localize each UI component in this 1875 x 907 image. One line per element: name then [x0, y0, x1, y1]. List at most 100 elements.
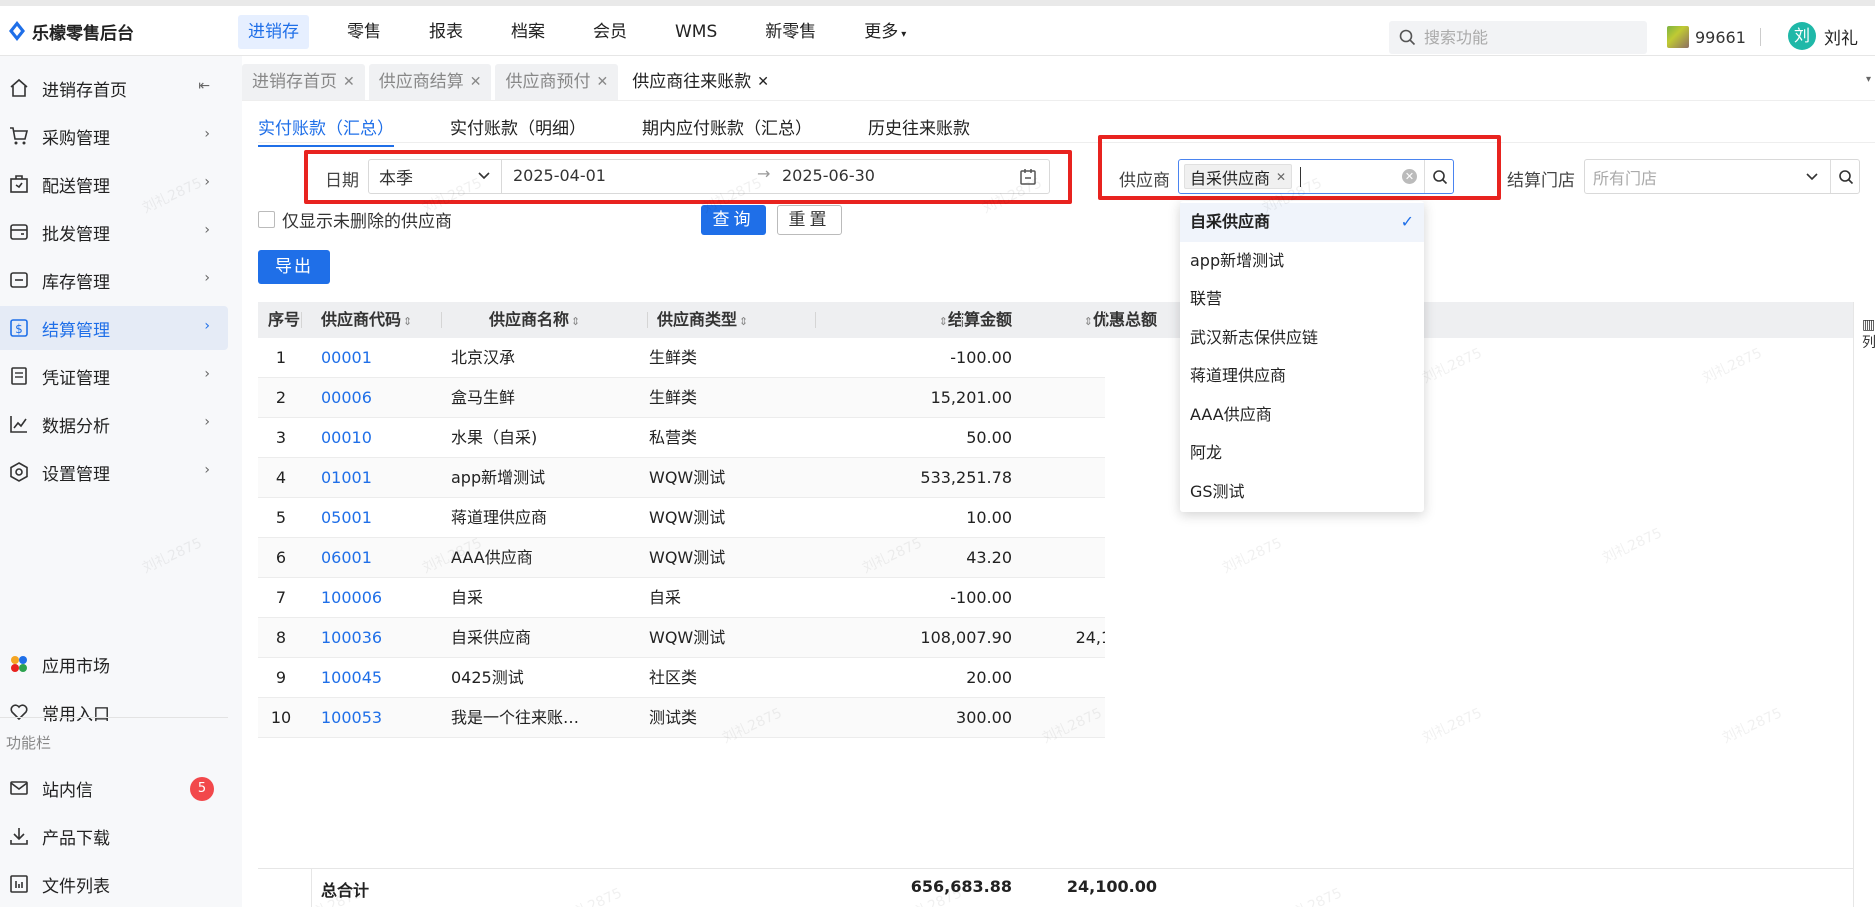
cell-supplier-code[interactable]: 100053 — [321, 698, 382, 738]
close-icon[interactable]: ✕ — [470, 64, 482, 100]
brand[interactable]: 乐檬零售后台 — [8, 19, 134, 44]
table-row[interactable]: 91000450425测试社区类20.000.00 — [258, 658, 1157, 698]
table-row[interactable]: 606001AAA供应商WQW测试43.200.00 — [258, 538, 1157, 578]
table-row[interactable]: 10100053我是一个往来账…测试类300.000.00 — [258, 698, 1157, 738]
tab-supplier-prepay[interactable]: 供应商预付 ✕ — [495, 64, 619, 100]
dropdown-option[interactable]: GS测试 — [1180, 473, 1424, 512]
col-header-type[interactable]: 供应商类型 ⇕ — [657, 302, 748, 338]
col-header-discount-label[interactable]: ⇕优惠总额 — [1020, 302, 1157, 338]
dropdown-option[interactable]: 联营 — [1180, 280, 1424, 319]
nav-item-wms[interactable]: WMS — [665, 15, 727, 49]
table-row[interactable]: 300010水果（自采)私营类50.000.00 — [258, 418, 1157, 458]
cell-supplier-code[interactable]: 06001 — [321, 538, 372, 578]
table-row[interactable]: 401001app新增测试WQW测试533,251.780.00 — [258, 458, 1157, 498]
nav-item-member[interactable]: 会员 — [583, 15, 637, 49]
sort-icon[interactable]: ⇕ — [939, 315, 948, 328]
sort-icon[interactable]: ⇕ — [739, 315, 748, 328]
cell-supplier-code[interactable]: 00001 — [321, 338, 372, 378]
sidebar-item-inventory-home[interactable]: 进销存首页 ⇤ — [0, 66, 228, 110]
close-icon[interactable]: ✕ — [596, 64, 608, 100]
sidebar-item-file-list[interactable]: 文件列表 — [0, 862, 228, 906]
cell-index: 9 — [275, 668, 287, 687]
supplier-select[interactable]: 自采供应商 ✕ ✕ — [1178, 159, 1454, 194]
cell-supplier-code[interactable]: 00010 — [321, 418, 372, 458]
store-code[interactable]: 99661 — [1667, 26, 1746, 48]
col-header-code[interactable]: 供应商代码 ⇕ — [321, 302, 412, 338]
table-row[interactable]: 100001北京汉承生鲜类-100.000.00 — [258, 338, 1157, 378]
sort-icon[interactable]: ⇕ — [1084, 315, 1093, 328]
selected-supplier-tag: 自采供应商 ✕ — [1184, 164, 1293, 189]
tag-close-icon[interactable]: ✕ — [1276, 170, 1286, 184]
close-icon[interactable]: ✕ — [757, 64, 769, 100]
sidebar-item-delivery[interactable]: 配送管理 › — [0, 162, 228, 206]
sidebar-item-app-market[interactable]: 应用市场 — [0, 642, 228, 686]
cell-supplier-type: WQW测试 — [649, 508, 726, 527]
cell-supplier-code[interactable]: 01001 — [321, 458, 372, 498]
table-row[interactable]: 200006盒马生鲜生鲜类15,201.000.00 — [258, 378, 1157, 418]
nav-item-retail[interactable]: 零售 — [337, 15, 391, 49]
search-input[interactable] — [1424, 28, 1634, 47]
period-select[interactable]: 本季 — [369, 160, 502, 193]
cell-supplier-code[interactable]: 100036 — [321, 618, 382, 658]
sidebar-item-messages[interactable]: 站内信 5 — [0, 766, 228, 810]
user-menu[interactable]: 刘 刘礼 — [1788, 22, 1858, 50]
dropdown-option[interactable]: app新增测试 — [1180, 242, 1424, 281]
sidebar-item-stock[interactable]: 库存管理 › — [0, 258, 228, 302]
sidebar-item-analytics[interactable]: 数据分析 › — [0, 402, 228, 446]
sidebar-item-voucher[interactable]: 凭证管理 › — [0, 354, 228, 398]
cell-supplier-code[interactable]: 100045 — [321, 658, 382, 698]
date-range-picker[interactable]: 本季 2025-04-01 → 2025-06-30 — [368, 159, 1050, 194]
sort-icon[interactable]: ⇕ — [403, 315, 412, 328]
sidebar-item-downloads[interactable]: 产品下载 — [0, 814, 228, 858]
query-button[interactable]: 查询 — [701, 205, 766, 235]
col-header-name[interactable]: 供应商名称 ⇕ — [489, 302, 580, 338]
cell-amount: 43.20 — [966, 548, 1012, 567]
nav-item-reports[interactable]: 报表 — [419, 15, 473, 49]
clear-icon[interactable]: ✕ — [1402, 169, 1417, 184]
collapse-sidebar-icon[interactable]: ⇤ — [198, 78, 210, 94]
nav-item-inventory[interactable]: 进销存 — [238, 15, 309, 49]
store-select[interactable]: 所有门店 — [1584, 159, 1860, 194]
dropdown-option[interactable]: 蒋道理供应商 — [1180, 357, 1424, 396]
tab-supplier-settlement[interactable]: 供应商结算 ✕ — [368, 64, 492, 100]
start-date[interactable]: 2025-04-01 — [513, 166, 606, 185]
tab-label: 供应商预付 — [505, 72, 591, 92]
sidebar-item-settings[interactable]: 设置管理 › — [0, 450, 228, 494]
sidebar-item-purchase[interactable]: 采购管理 › — [0, 114, 228, 158]
col-header-amount[interactable]: ⇕结算金额 — [868, 302, 1012, 338]
table-row[interactable]: 505001蒋道理供应商WQW测试10.000.00 — [258, 498, 1157, 538]
cell-supplier-code[interactable]: 05001 — [321, 498, 372, 538]
tab-more-icon[interactable]: ▾ — [1866, 74, 1871, 85]
dropdown-option[interactable]: AAA供应商 — [1180, 396, 1424, 435]
nav-item-more[interactable]: 更多 ▾ — [854, 15, 916, 49]
column-setting-button[interactable]: ▥ 列 — [1862, 316, 1875, 352]
end-date[interactable]: 2025-06-30 — [782, 166, 875, 185]
dropdown-option[interactable]: 武汉新志保供应链 — [1180, 319, 1424, 358]
tab-inventory-home[interactable]: 进销存首页 ✕ — [242, 64, 365, 100]
export-button[interactable]: 导出 — [258, 250, 330, 284]
cell-supplier-code[interactable]: 00006 — [321, 378, 372, 418]
close-icon[interactable]: ✕ — [343, 64, 355, 100]
sidebar-item-label: 产品下载 — [42, 828, 110, 849]
sort-icon[interactable]: ⇕ — [571, 315, 580, 328]
nav-item-archive[interactable]: 档案 — [501, 15, 555, 49]
only-active-suppliers-checkbox[interactable]: 仅显示未删除的供应商 — [258, 207, 452, 232]
table-row[interactable]: 8100036自采供应商WQW测试108,007.9024,100.00 — [258, 618, 1157, 658]
nav-item-new-retail[interactable]: 新零售 — [755, 15, 826, 49]
sidebar-item-settlement[interactable]: $ 结算管理 › — [0, 306, 228, 350]
store-search-button[interactable] — [1830, 160, 1860, 193]
cell-amount: 10.00 — [966, 508, 1012, 527]
cell-supplier-code[interactable]: 100006 — [321, 578, 382, 618]
sidebar-item-wholesale[interactable]: 批发管理 › — [0, 210, 228, 254]
search-box[interactable] — [1389, 21, 1647, 54]
col-header-index: 序号 — [268, 310, 301, 329]
dropdown-option[interactable]: 自采供应商 ✓ — [1180, 203, 1424, 242]
sidebar-item-favorites[interactable]: 常用入口 — [0, 690, 228, 734]
table-row[interactable]: 7100006自采自采-100.000.00 — [258, 578, 1157, 618]
calendar-icon[interactable] — [1019, 168, 1037, 186]
tab-supplier-accounts[interactable]: 供应商往来账款 ✕ — [622, 64, 779, 100]
reset-button[interactable]: 重置 — [777, 205, 842, 235]
checkbox[interactable] — [258, 211, 275, 228]
supplier-search-button[interactable] — [1424, 160, 1454, 193]
dropdown-option[interactable]: 阿龙 — [1180, 434, 1424, 473]
